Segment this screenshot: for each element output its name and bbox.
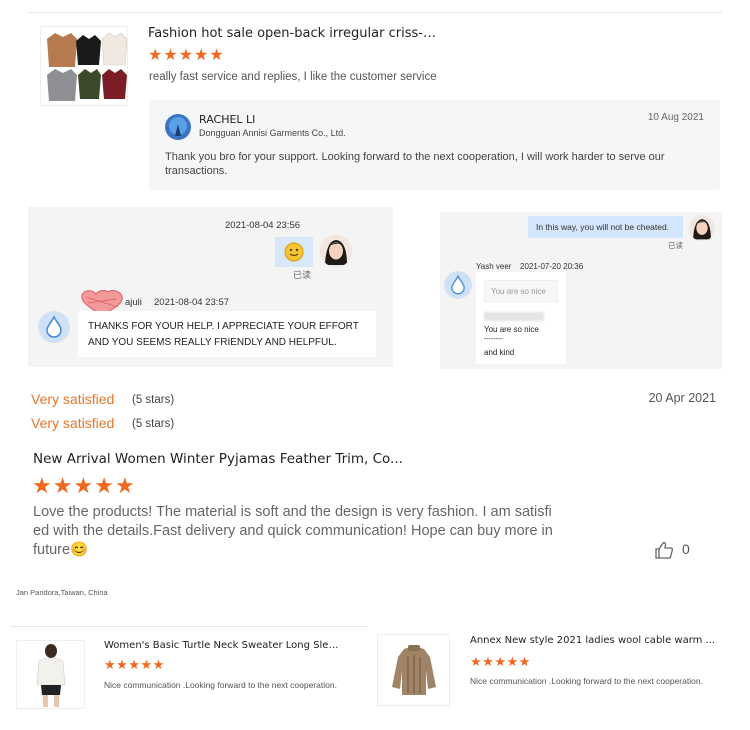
star-icon: ★ xyxy=(163,47,179,64)
seller-name: RACHEL LI xyxy=(199,113,256,126)
star-icon: ★ xyxy=(73,473,95,498)
star-icon: ★ xyxy=(152,657,165,672)
product-title[interactable]: New Arrival Women Winter Pyjamas Feather… xyxy=(33,451,413,467)
star-icon: ★ xyxy=(194,47,210,64)
star-icon: ★ xyxy=(52,473,74,498)
message-text: THANKS FOR YOUR HELP. I APPRECIATE YOUR … xyxy=(88,321,359,348)
star-icon: ★ xyxy=(506,654,519,669)
sender-name: Yash veer xyxy=(476,262,512,271)
comment-line: ed with the details.Fast delivery and qu… xyxy=(33,523,553,539)
section-divider xyxy=(10,626,368,627)
message-separator: -------- xyxy=(484,336,503,343)
satisfaction-label: Very satisfied xyxy=(31,415,115,431)
star-rating: ★★★★★ xyxy=(470,655,531,668)
product-thumbnail[interactable] xyxy=(16,640,85,709)
woman-avatar-icon xyxy=(689,215,715,241)
product-title[interactable]: Women's Basic Turtle Neck Sweater Long S… xyxy=(104,640,340,651)
star-rating: ★★★★★ xyxy=(32,475,136,497)
top-divider xyxy=(28,12,722,13)
star-icon: ★ xyxy=(482,654,495,669)
comment-line: future😊 xyxy=(33,541,593,560)
star-icon: ★ xyxy=(128,657,141,672)
seller-reply-box: RACHEL LI Dongguan Annisi Garments Co., … xyxy=(149,100,720,190)
product-title[interactable]: Fashion hot sale open-back irregular cri… xyxy=(148,26,438,41)
like-count: 0 xyxy=(682,541,690,557)
review-comment: Love the products! The material is soft … xyxy=(33,503,593,560)
star-icon: ★ xyxy=(148,47,164,64)
reply-date: 10 Aug 2021 xyxy=(647,112,704,123)
quoted-text: You are so nice xyxy=(491,287,546,296)
customer-avatar xyxy=(38,311,70,343)
thumbs-up-icon xyxy=(655,541,674,559)
message-timestamp: 2021-08-04 23:57 xyxy=(154,297,230,308)
agent-avatar xyxy=(320,235,352,267)
star-icon: ★ xyxy=(94,473,115,498)
star-icon: ★ xyxy=(178,47,195,64)
sent-message-bubble: In this way, you will not be cheated. xyxy=(528,216,683,238)
product-thumbnail-1[interactable] xyxy=(40,26,128,106)
star-rating: ★★★★★ xyxy=(104,658,165,671)
product-title[interactable]: Annex New style 2021 ladies wool cable w… xyxy=(470,635,720,646)
chat-timestamp: 2021-08-04 23:56 xyxy=(225,220,301,231)
star-icon: ★ xyxy=(140,657,153,672)
smiley-icon xyxy=(284,242,304,262)
sent-message-text: In this way, you will not be cheated. xyxy=(536,222,670,232)
turtleneck-sweater-image xyxy=(17,641,84,708)
star-icon: ★ xyxy=(209,47,225,64)
quoted-message: You are so nice xyxy=(484,280,558,302)
product-thumbnail[interactable] xyxy=(377,634,450,706)
water-drop-avatar-icon xyxy=(444,271,472,299)
star-icon: ★ xyxy=(116,657,129,672)
water-drop-avatar-icon xyxy=(39,312,69,342)
reply-text: Thank you bro for your support. Looking … xyxy=(165,151,665,177)
comment-text: future xyxy=(33,542,71,558)
message-line: and kind xyxy=(484,348,515,357)
cable-knit-sweater-image xyxy=(378,635,449,705)
review-date: 20 Apr 2021 xyxy=(648,391,716,405)
comment-line: Love the products! The material is soft … xyxy=(33,504,552,520)
read-status: 已读 xyxy=(668,241,683,250)
sent-emoji-bubble xyxy=(275,237,313,267)
like-button[interactable]: 0 xyxy=(654,540,694,560)
customer-avatar xyxy=(444,271,472,299)
message-timestamp: 2021-07-20 20:36 xyxy=(520,262,584,271)
star-icon: ★ xyxy=(518,654,531,669)
star-icon: ★ xyxy=(470,654,483,669)
star-icon: ★ xyxy=(32,473,53,498)
product-comment: Nice communication .Looking forward to t… xyxy=(104,680,337,690)
chat-screenshot-left: 2021-08-04 23:56 已读 ajuli 2021-08-04 23:… xyxy=(28,207,393,367)
reviewer-name-location: Jan Pandora,Taiwan, China xyxy=(16,588,108,597)
star-rating: ★★★★★ xyxy=(148,48,225,64)
satisfaction-stars-text: (5 stars) xyxy=(132,418,175,430)
sweater-collage-image xyxy=(41,27,127,105)
redacted-block xyxy=(484,312,544,321)
seller-company: Dongguan Annisi Garments Co., Ltd. xyxy=(199,128,346,138)
seller-avatar-icon xyxy=(165,114,191,140)
sender-name: ajuli xyxy=(125,297,142,308)
satisfaction-stars-text: (5 stars) xyxy=(132,394,175,406)
read-status: 已读 xyxy=(293,270,312,280)
product-comment: Nice communication .Looking forward to t… xyxy=(470,676,703,686)
smiley-emoji: 😊 xyxy=(70,542,89,558)
seller-avatar xyxy=(165,114,191,140)
review-comment: really fast service and replies, I like … xyxy=(149,71,437,83)
star-icon: ★ xyxy=(104,657,117,672)
woman-avatar-icon xyxy=(320,235,352,267)
star-icon: ★ xyxy=(114,473,136,498)
satisfaction-label: Very satisfied xyxy=(31,391,115,407)
message-bubble: THANKS FOR YOUR HELP. I APPRECIATE YOUR … xyxy=(78,311,376,357)
chat-screenshot-right: In this way, you will not be cheated. 已读… xyxy=(440,212,722,369)
star-icon: ★ xyxy=(494,654,507,669)
agent-avatar xyxy=(689,215,715,241)
message-line: You are so nice xyxy=(484,325,539,334)
message-bubble: You are so nice You are so nice --------… xyxy=(476,272,566,364)
